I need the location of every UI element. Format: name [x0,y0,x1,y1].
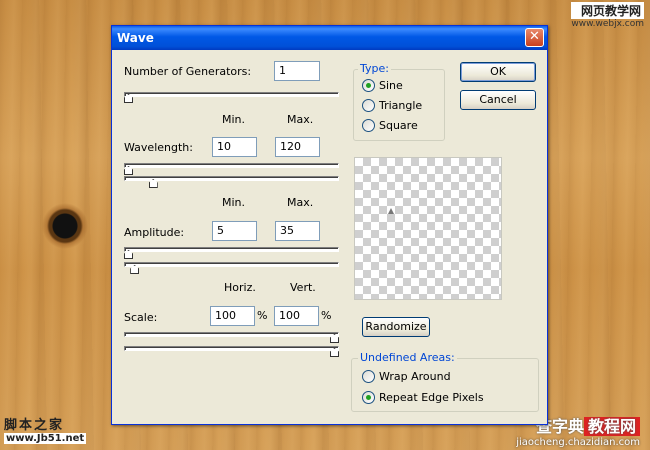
randomize-button[interactable]: Randomize [362,317,430,337]
amplitude-min-input[interactable]: 5 [212,221,257,241]
type-option-label-2[interactable]: Square [379,119,418,132]
scale-horiz-unit: % [257,309,268,322]
type-radio-1[interactable] [362,99,375,112]
watermark-top-right: 网页教学网 www.webjx.com [571,2,644,29]
undefined-areas-radio-1[interactable] [362,391,375,404]
scale-horiz-header: Horiz. [224,281,256,294]
type-radio-0[interactable] [362,79,375,92]
watermark-bottom-left-line2: www.Jb51.net [4,433,87,444]
amplitude-max-input[interactable]: 35 [275,221,320,241]
watermark-top-right-line1: 网页教学网 [571,2,644,19]
scale-vert-slider-track[interactable] [124,346,339,351]
generators-label: Number of Generators: [124,65,252,78]
watermark-bottom-left-line1: 脚本之家 [4,418,65,433]
wavelength-label: Wavelength: [124,141,193,154]
type-group-legend: Type: [358,62,391,75]
watermark-bottom-left: 脚本之家 www.Jb51.net [4,414,87,444]
watermark-top-right-line2: www.webjx.com [571,19,644,29]
type-option-label-1[interactable]: Triangle [379,99,422,112]
generators-input[interactable]: 1 [274,61,320,81]
wavelength-min-slider-track[interactable] [124,163,339,168]
watermark-bottom-right-line2: jiaocheng.chazidian.com [516,437,640,448]
watermark-bottom-right-highlight: 教程网 [583,417,640,436]
wavelength-max-header: Max. [287,113,314,126]
amplitude-max-header: Max. [287,196,314,209]
undefined-areas-legend: Undefined Areas: [358,351,457,364]
generators-slider-track[interactable] [124,92,339,97]
scale-horiz-slider-track[interactable] [124,332,339,337]
scale-label: Scale: [124,311,158,324]
wavelength-min-input[interactable]: 10 [212,137,257,157]
wave-preview[interactable] [354,157,502,300]
close-button[interactable]: ✕ [525,28,544,47]
type-option-label-0[interactable]: Sine [379,79,403,92]
amplitude-min-header: Min. [222,196,246,209]
wave-dialog: Wave ✕ Number of Generators: 1 Min. Max.… [111,25,548,425]
wavelength-min-header: Min. [222,113,246,126]
undefined-areas-option-label-0[interactable]: Wrap Around [379,370,451,383]
wavelength-max-input[interactable]: 120 [275,137,320,157]
undefined-areas-radio-0[interactable] [362,370,375,383]
scale-horiz-input[interactable]: 100 [210,306,255,326]
close-icon: ✕ [529,29,540,44]
scale-vert-unit: % [321,309,332,322]
title-bar[interactable]: Wave ✕ [112,26,547,50]
dialog-title: Wave [117,31,154,45]
wood-knot [42,203,88,249]
amplitude-label: Amplitude: [124,226,185,239]
wavelength-max-slider-track[interactable] [124,176,339,181]
undefined-areas-option-label-1[interactable]: Repeat Edge Pixels [379,391,484,404]
cancel-button[interactable]: Cancel [460,90,536,110]
scale-vert-header: Vert. [290,281,316,294]
ok-button[interactable]: OK [460,62,536,82]
preview-anchor-icon [388,208,394,214]
amplitude-min-slider-track[interactable] [124,247,339,252]
type-radio-2[interactable] [362,119,375,132]
scale-vert-input[interactable]: 100 [274,306,319,326]
amplitude-max-slider-track[interactable] [124,262,339,267]
